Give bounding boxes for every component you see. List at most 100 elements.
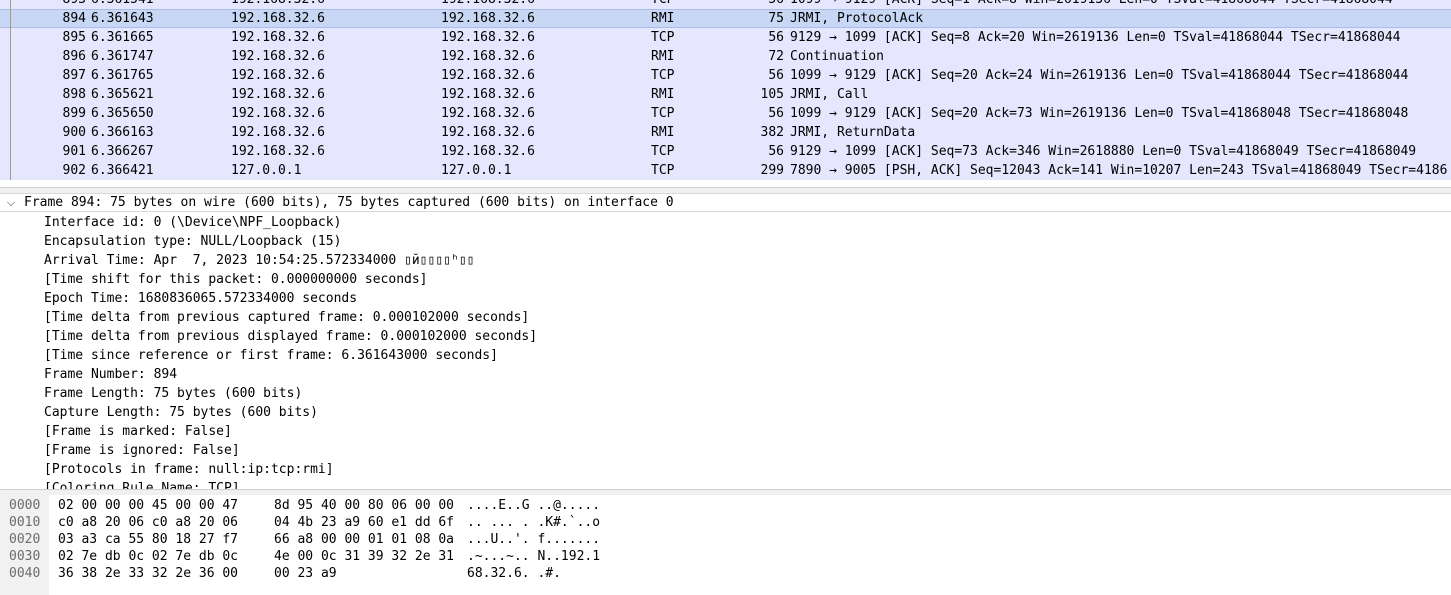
packet-source: 192.168.32.6	[231, 49, 325, 64]
packet-protocol: TCP	[651, 68, 675, 83]
packet-destination: 192.168.32.6	[441, 11, 535, 26]
frame-summary-label: Frame 894: 75 bytes on wire (600 bits), …	[24, 195, 674, 210]
detail-field[interactable]: Encapsulation type: NULL/Loopback (15)	[44, 232, 341, 251]
packet-row[interactable]: 897 6.361765 192.168.32.6 192.168.32.6 TCP 56…	[0, 66, 1451, 85]
packet-length: 105	[760, 87, 784, 102]
packet-destination: 192.168.32.6	[441, 30, 535, 45]
detail-field[interactable]: [Frame is ignored: False]	[44, 441, 240, 460]
detail-field[interactable]: Frame Number: 894	[44, 365, 177, 384]
chevron-down-icon[interactable]: ⌵	[4, 194, 18, 211]
packet-time: 6.361747	[91, 49, 154, 64]
packet-number: 894	[62, 11, 86, 26]
packet-row[interactable]: 902 6.366421 127.0.0.1 127.0.0.1 TCP 299 7890 …	[0, 161, 1451, 180]
packet-source: 192.168.32.6	[231, 144, 325, 159]
packet-number: 896	[62, 49, 86, 64]
packet-destination: 192.168.32.6	[441, 68, 535, 83]
detail-field[interactable]: [Protocols in frame: null:ip:tcp:rmi]	[44, 460, 334, 479]
packet-details-tree[interactable]: ⌵ Frame 894: 75 bytes on wire (600 bits)…	[0, 193, 1451, 489]
packet-row[interactable]: 901 6.366267 192.168.32.6 192.168.32.6 TCP 56…	[0, 142, 1451, 161]
detail-field[interactable]: [Time since reference or first frame: 6.…	[44, 346, 498, 365]
packet-source: 192.168.32.6	[231, 11, 325, 26]
packet-row[interactable]: 895 6.361665 192.168.32.6 192.168.32.6 TCP 56…	[0, 28, 1451, 47]
packet-time: 6.361765	[91, 68, 154, 83]
packet-info: Continuation	[790, 49, 884, 64]
packet-row[interactable]: 893 6.361541 192.168.32.6 192.168.32.6 TCP 56…	[0, 0, 1451, 9]
packet-protocol: TCP	[651, 163, 675, 178]
packet-length: 56	[768, 144, 784, 159]
packet-length: 56	[768, 106, 784, 121]
packet-protocol: TCP	[651, 0, 674, 9]
packet-length: 56	[768, 68, 784, 83]
hex-bytes-first-half[interactable]: 36 38 2e 33 32 2e 36 00	[58, 564, 238, 583]
packet-protocol: TCP	[651, 30, 675, 45]
hex-offset: 0040	[9, 566, 41, 581]
packet-destination: 192.168.32.6	[441, 49, 535, 64]
detail-field[interactable]: [Time shift for this packet: 0.000000000…	[44, 270, 428, 289]
frame-tree-node[interactable]: ⌵ Frame 894: 75 bytes on wire (600 bits)…	[0, 193, 1451, 212]
packet-number: 897	[62, 68, 86, 83]
packet-info: 9129 → 1099 [ACK] Seq=8 Ack=20 Win=26191…	[790, 30, 1401, 45]
packet-number: 893	[58, 0, 86, 9]
detail-field[interactable]: [Time delta from previous captured frame…	[44, 308, 529, 327]
packet-destination: 192.168.32.6	[441, 87, 535, 102]
packet-protocol: TCP	[651, 144, 675, 159]
packet-row[interactable]: 896 6.361747 192.168.32.6 192.168.32.6 RMI 72…	[0, 47, 1451, 66]
packet-row[interactable]: 894 6.361643 192.168.32.6 192.168.32.6 RMI 75…	[0, 9, 1451, 28]
packet-source: 192.168.32.6	[231, 30, 325, 45]
packet-destination: 192.168.32.6	[441, 144, 535, 159]
packet-row[interactable]: 899 6.365650 192.168.32.6 192.168.32.6 TCP 56…	[0, 104, 1451, 123]
packet-time: 6.361541	[91, 0, 154, 9]
detail-field[interactable]: Interface id: 0 (\Device\NPF_Loopback)	[44, 213, 341, 232]
packet-length: 299	[760, 163, 784, 178]
hex-bytes-second-half[interactable]: 00 23 a9	[274, 564, 337, 583]
packet-time: 6.366421	[91, 163, 154, 178]
packet-info: JRMI, ProtocolAck	[790, 11, 924, 26]
packet-number: 899	[62, 106, 86, 121]
detail-field[interactable]: [Time delta from previous displayed fram…	[44, 327, 537, 346]
packet-number: 901	[62, 144, 86, 159]
packet-source: 192.168.32.6	[231, 87, 325, 102]
packet-number: 900	[62, 125, 86, 140]
packet-time: 6.361643	[91, 11, 154, 26]
packet-protocol: TCP	[651, 106, 675, 121]
packet-info: JRMI, Call	[790, 87, 869, 102]
packet-number: 902	[62, 163, 86, 178]
detail-field[interactable]: Arrival Time: Apr 7, 2023 10:54:25.57233…	[44, 251, 474, 270]
packet-length: 56	[750, 0, 784, 9]
packet-bytes-pane[interactable]: 0000 02 00 00 00 45 00 00 47 8d 95 40 00 8…	[0, 495, 1451, 595]
detail-field[interactable]: Capture Length: 75 bytes (600 bits)	[44, 403, 318, 422]
packet-source: 192.168.32.6	[231, 0, 325, 9]
packet-length: 382	[760, 125, 784, 140]
packet-number: 898	[62, 87, 86, 102]
hex-ascii[interactable]: 68.32.6. .#.	[467, 564, 561, 583]
packet-protocol: RMI	[651, 125, 675, 140]
packet-list[interactable]: 893 6.361541 192.168.32.6 192.168.32.6 TCP 56…	[0, 0, 1451, 187]
packet-length: 56	[768, 30, 784, 45]
packet-source: 127.0.0.1	[231, 163, 302, 178]
packet-destination: 127.0.0.1	[441, 163, 512, 178]
packet-destination: 192.168.32.6	[441, 125, 535, 140]
detail-field[interactable]: Frame Length: 75 bytes (600 bits)	[44, 384, 302, 403]
packet-info: 1099 → 9129 [ACK] Seq=20 Ack=24 Win=2619…	[790, 68, 1409, 83]
packet-info: 1099 → 9129 [ACK] Seq=1 Ack=8 Win=261913…	[790, 0, 1393, 9]
packet-time: 6.365621	[91, 87, 154, 102]
packet-row[interactable]: 900 6.366163 192.168.32.6 192.168.32.6 RMI 38…	[0, 123, 1451, 142]
packet-row[interactable]: 898 6.365621 192.168.32.6 192.168.32.6 RMI 10…	[0, 85, 1451, 104]
packet-length: 72	[768, 49, 784, 64]
detail-field[interactable]: [Frame is marked: False]	[44, 422, 232, 441]
detail-field[interactable]: [Coloring Rule Name: TCP]	[44, 479, 240, 489]
packet-protocol: RMI	[651, 87, 675, 102]
packet-time: 6.366267	[91, 144, 154, 159]
packet-info: 9129 → 1099 [ACK] Seq=73 Ack=346 Win=261…	[790, 144, 1417, 159]
packet-info: JRMI, ReturnData	[790, 125, 916, 140]
packet-time: 6.361665	[91, 30, 154, 45]
packet-length: 75	[768, 11, 784, 26]
detail-field[interactable]: Epoch Time: 1680836065.572334000 seconds	[44, 289, 357, 308]
related-packet-marker	[10, 0, 11, 180]
packet-info: 1099 → 9129 [ACK] Seq=20 Ack=73 Win=2619…	[790, 106, 1409, 121]
packet-source: 192.168.32.6	[231, 125, 325, 140]
packet-protocol: RMI	[651, 49, 675, 64]
packet-source: 192.168.32.6	[231, 106, 325, 121]
packet-protocol: RMI	[651, 11, 675, 26]
packet-time: 6.366163	[91, 125, 154, 140]
